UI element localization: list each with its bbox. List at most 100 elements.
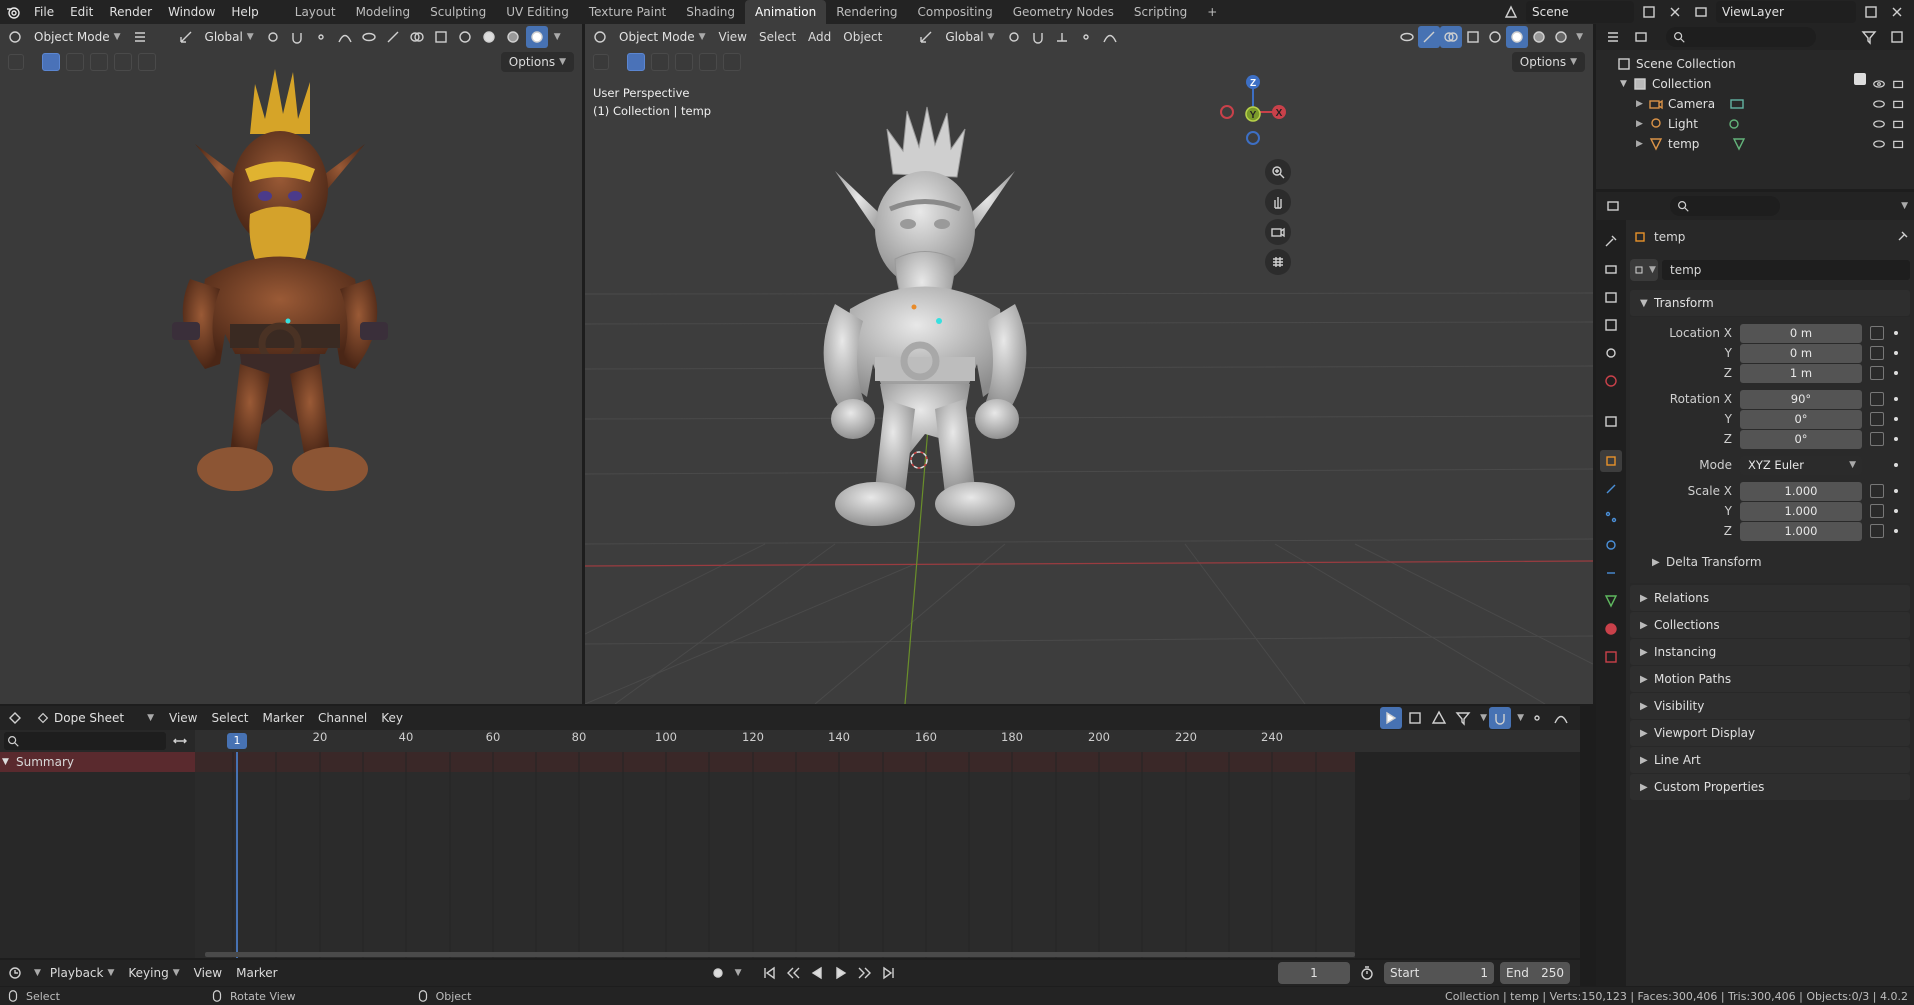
solid-shading-icon[interactable]: [478, 26, 500, 48]
menu-edit[interactable]: Edit: [62, 5, 101, 19]
editor-type-icon[interactable]: [1602, 26, 1624, 48]
rendered-shading-icon[interactable]: [525, 26, 548, 48]
visibility-icon[interactable]: [358, 26, 380, 48]
lock-icon[interactable]: [1870, 326, 1884, 340]
tab-texture-paint[interactable]: Texture Paint: [579, 0, 676, 24]
scale-z-field[interactable]: 1.000: [1740, 521, 1862, 541]
select-invert-button[interactable]: [114, 53, 132, 71]
menu-object[interactable]: Object: [838, 26, 887, 48]
scene-tab-icon[interactable]: [1600, 342, 1622, 364]
editor-type-icon[interactable]: [4, 26, 26, 48]
display-mode-icon[interactable]: [1630, 26, 1652, 48]
collection-tab-icon[interactable]: [1600, 410, 1622, 432]
prev-keyframe-icon[interactable]: [782, 962, 804, 984]
menu-help[interactable]: Help: [223, 5, 266, 19]
keyframe-dot-icon[interactable]: [1894, 463, 1898, 467]
menu-select[interactable]: Select: [206, 707, 253, 729]
menu-view[interactable]: View: [164, 707, 202, 729]
proportional-icon[interactable]: [310, 26, 332, 48]
location-z-field[interactable]: 1 m: [1740, 363, 1862, 383]
material-tab-icon[interactable]: [1600, 618, 1622, 640]
editor-type-icon[interactable]: [4, 962, 26, 984]
world-tab-icon[interactable]: [1600, 370, 1622, 392]
particles-tab-icon[interactable]: [1600, 506, 1622, 528]
keyframe-region[interactable]: 20 40 60 80 100 120 140 160 180 200 220 …: [195, 730, 1580, 958]
keyframe-dot-icon[interactable]: [1894, 331, 1898, 335]
tab-animation[interactable]: Animation: [745, 0, 827, 24]
outliner-item-temp[interactable]: ▶ temp: [1616, 134, 1914, 154]
xray-icon[interactable]: [1462, 26, 1484, 48]
keyframe-dot-icon[interactable]: [1894, 509, 1898, 513]
new-collection-icon[interactable]: [1886, 26, 1908, 48]
collection-row[interactable]: ▼ Collection: [1616, 73, 1914, 95]
only-selected-icon[interactable]: [1380, 707, 1403, 729]
object-data-selector[interactable]: ▼: [1630, 259, 1658, 281]
channel-search-input[interactable]: [4, 732, 166, 750]
output-tab-icon[interactable]: [1600, 286, 1622, 308]
pivot-icon[interactable]: [1003, 26, 1025, 48]
xray-icon[interactable]: [430, 26, 452, 48]
select-subtract-button[interactable]: [675, 53, 693, 71]
swap-arrows-icon[interactable]: [170, 730, 191, 752]
rotation-y-field[interactable]: 0°: [1740, 409, 1862, 429]
lock-icon[interactable]: [1870, 412, 1884, 426]
section-relations[interactable]: ▶ Relations: [1630, 585, 1910, 611]
tab-layout[interactable]: Layout: [285, 0, 346, 24]
snap-icon[interactable]: [286, 26, 308, 48]
menu-window[interactable]: Window: [160, 5, 223, 19]
proportional-icon[interactable]: [1075, 26, 1097, 48]
snap-icon[interactable]: [1027, 26, 1049, 48]
menu-playback[interactable]: Playback ▼: [45, 962, 119, 984]
keyframe-dot-icon[interactable]: [1894, 529, 1898, 533]
mode-selector[interactable]: Object Mode ▼: [28, 26, 127, 48]
mode-selector[interactable]: Object Mode ▼: [613, 26, 712, 48]
rotation-z-field[interactable]: 0°: [1740, 429, 1862, 449]
section-viewport-display[interactable]: ▶ Viewport Display: [1630, 720, 1910, 746]
filter-icon[interactable]: [1858, 26, 1880, 48]
lock-icon[interactable]: [1870, 366, 1884, 380]
navigation-gizmo[interactable]: X Z Y: [1213, 72, 1303, 162]
section-custom-properties[interactable]: ▶ Custom Properties: [1630, 774, 1910, 800]
material-shading-icon[interactable]: [1528, 26, 1550, 48]
menu-channel[interactable]: Channel: [313, 707, 372, 729]
tab-sculpting[interactable]: Sculpting: [420, 0, 496, 24]
select-new-button[interactable]: [627, 53, 645, 71]
outliner-item-light[interactable]: ▶ Light: [1616, 114, 1914, 134]
pan-hand-icon[interactable]: [1265, 189, 1291, 215]
lock-icon[interactable]: [1870, 484, 1884, 498]
options-button[interactable]: Options ▼: [1511, 52, 1585, 72]
tab-compositing[interactable]: Compositing: [907, 0, 1002, 24]
outliner-search-input[interactable]: [1666, 27, 1816, 47]
overlay-icon[interactable]: [1440, 26, 1463, 48]
select-intersect-button[interactable]: [723, 53, 741, 71]
keyframe-dot-icon[interactable]: [1894, 437, 1898, 441]
select-subtract-button[interactable]: [90, 53, 108, 71]
tab-scripting[interactable]: Scripting: [1124, 0, 1197, 24]
section-visibility[interactable]: ▶ Visibility: [1630, 693, 1910, 719]
menu-file[interactable]: File: [26, 5, 62, 19]
select-invert-button[interactable]: [699, 53, 717, 71]
object-name-input[interactable]: temp: [1662, 260, 1910, 280]
left-viewport[interactable]: Object Mode ▼ Global ▼ ▼ Options ▼: [0, 24, 582, 704]
editor-type-icon[interactable]: [4, 707, 26, 729]
render-tab-icon[interactable]: [1600, 258, 1622, 280]
eye-icon[interactable]: [1872, 73, 1886, 95]
select-extend-button[interactable]: [651, 53, 669, 71]
play-icon[interactable]: [830, 962, 852, 984]
main-viewport[interactable]: Object Mode ▼ View Select Add Object Glob…: [585, 24, 1593, 704]
tool-tab-icon[interactable]: [1600, 230, 1622, 252]
add-workspace-button[interactable]: +: [1197, 0, 1227, 24]
keyframe-dot-icon[interactable]: [1894, 489, 1898, 493]
section-collections[interactable]: ▶ Collections: [1630, 612, 1910, 638]
eye-icon[interactable]: [1872, 93, 1886, 115]
zoom-icon[interactable]: [1265, 159, 1291, 185]
close-icon[interactable]: [1664, 1, 1686, 23]
only-errors-icon[interactable]: [1428, 707, 1450, 729]
menu-marker[interactable]: Marker: [258, 707, 309, 729]
options-button[interactable]: Options ▼: [500, 52, 574, 72]
select-tool-button[interactable]: [8, 54, 24, 70]
lock-icon[interactable]: [1870, 432, 1884, 446]
tab-shading[interactable]: Shading: [676, 0, 745, 24]
menu-marker[interactable]: Marker: [231, 962, 282, 984]
location-y-field[interactable]: 0 m: [1740, 343, 1862, 363]
